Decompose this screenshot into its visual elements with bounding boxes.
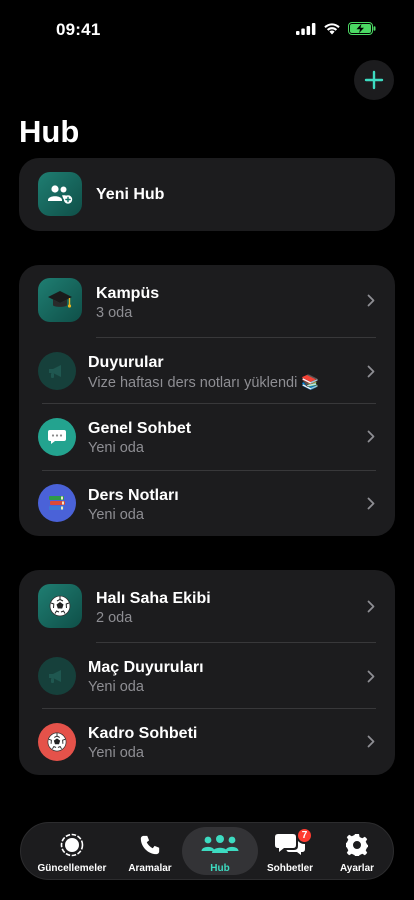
hub-group-kampus: Kampüs 3 oda Duyurular Vize haftası ders… — [19, 265, 395, 536]
chevron-right-icon — [367, 735, 375, 748]
tab-hub[interactable]: Hub — [182, 823, 258, 879]
soccer-ball-icon — [47, 732, 67, 752]
room-subtitle: Yeni oda — [88, 745, 144, 761]
hub-subtitle: 2 oda — [96, 610, 133, 626]
new-hub-icon-tile — [38, 172, 82, 216]
page-title: Hub — [19, 114, 80, 149]
status-time: 09:41 — [56, 20, 101, 39]
tab-label: Aramalar — [128, 863, 172, 874]
hub-title: Kampüs — [96, 285, 160, 302]
cellular-signal-icon — [296, 22, 316, 35]
hub-header-hali-saha[interactable]: Halı Saha Ekibi 2 oda — [19, 570, 395, 640]
chevron-right-icon — [367, 670, 375, 683]
hub-icon-tile — [38, 584, 82, 628]
tab-ayarlar[interactable]: Ayarlar — [327, 823, 387, 879]
gear-icon — [346, 834, 368, 856]
room-row-kadro-sohbeti[interactable]: Kadro Sohbeti Yeni oda — [19, 709, 395, 775]
tab-label: Sohbetler — [266, 863, 314, 874]
room-row-duyurular[interactable]: Duyurular Vize haftası ders notları yükl… — [19, 338, 395, 403]
new-hub-label: Yeni Hub — [96, 186, 165, 203]
chevron-right-icon — [367, 365, 375, 378]
room-title: Maç Duyuruları — [88, 659, 204, 676]
chevron-right-icon — [367, 600, 375, 613]
hub-header-kampus[interactable]: Kampüs 3 oda — [19, 265, 395, 335]
graduation-cap-icon — [48, 291, 72, 308]
books-icon — [49, 496, 65, 510]
soccer-ball-icon — [49, 595, 71, 617]
phone-icon — [140, 835, 160, 855]
room-subtitle: Yeni oda — [88, 507, 144, 523]
wifi-icon — [324, 23, 340, 35]
plus-icon — [364, 70, 384, 90]
tab-label: Hub — [210, 863, 230, 874]
room-subtitle: Yeni oda — [88, 679, 144, 695]
tab-label: Güncellemeler — [37, 863, 107, 874]
updates-icon — [60, 833, 84, 857]
room-row-genel-sohbet[interactable]: Genel Sohbet Yeni oda — [19, 404, 395, 470]
tab-bar: Güncellemeler Aramalar Hub 7 Sohbetler A… — [20, 822, 394, 880]
people-add-icon — [48, 185, 73, 204]
room-title: Kadro Sohbeti — [88, 725, 198, 742]
tab-label: Ayarlar — [339, 863, 375, 874]
add-button[interactable] — [354, 60, 394, 100]
hub-title: Halı Saha Ekibi — [96, 590, 211, 607]
room-icon-tile — [38, 484, 76, 522]
speech-bubble-icon — [48, 430, 66, 444]
tab-guncellemeler[interactable]: Güncellemeler — [33, 823, 111, 879]
megaphone-icon — [49, 670, 61, 683]
unread-badge: 7 — [296, 827, 313, 844]
room-icon-tile — [38, 418, 76, 456]
chevron-right-icon — [367, 294, 375, 307]
hub-subtitle: 3 oda — [96, 305, 133, 321]
room-icon-tile — [38, 657, 76, 695]
chevron-right-icon — [367, 430, 375, 443]
tab-sohbetler[interactable]: 7 Sohbetler — [259, 823, 321, 879]
room-title: Duyurular — [88, 354, 164, 371]
tab-aramalar[interactable]: Aramalar — [117, 823, 183, 879]
room-title: Genel Sohbet — [88, 420, 192, 437]
megaphone-icon — [49, 365, 61, 378]
hub-icon-tile — [38, 278, 82, 322]
room-icon-tile — [38, 352, 76, 390]
people-icon — [201, 835, 239, 853]
new-hub-button[interactable]: Yeni Hub — [19, 158, 395, 231]
status-icons — [296, 22, 376, 35]
room-title: Ders Notları — [88, 487, 179, 504]
status-bar: 09:41 — [0, 0, 414, 56]
room-icon-tile — [38, 723, 76, 761]
room-subtitle: Vize haftası ders notları yüklendi 📚 — [88, 375, 320, 391]
chevron-right-icon — [367, 497, 375, 510]
room-subtitle: Yeni oda — [88, 440, 144, 456]
room-row-ders-notlari[interactable]: Ders Notları Yeni oda — [19, 471, 395, 536]
room-row-mac-duyurulari[interactable]: Maç Duyuruları Yeni oda — [19, 643, 395, 708]
battery-charging-icon — [348, 22, 376, 35]
hub-group-hali-saha: Halı Saha Ekibi 2 oda Maç Duyuruları Yen… — [19, 570, 395, 775]
